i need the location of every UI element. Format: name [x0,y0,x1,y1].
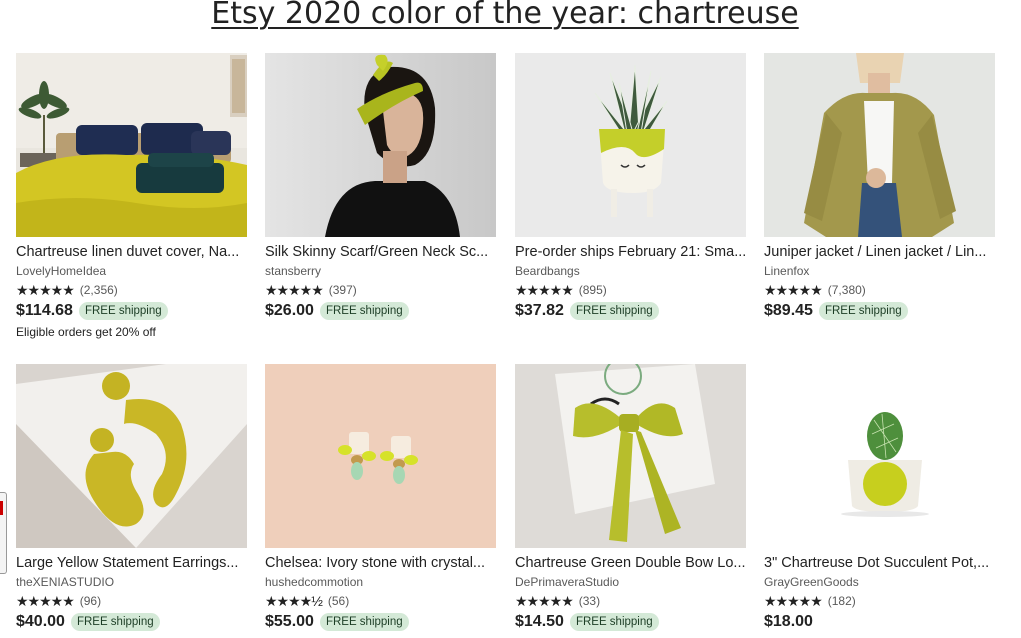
shop-name[interactable]: LovelyHomeIdea [16,263,248,279]
shop-name[interactable]: hushedcommotion [265,574,497,590]
listing-title[interactable]: Silk Skinny Scarf/Green Neck Sc... [265,243,497,261]
listing-image[interactable] [764,53,995,237]
listing-image[interactable] [515,364,746,548]
listing-image[interactable] [265,364,496,548]
listing-card-succulent-pot[interactable]: 3" Chartreuse Dot Succulent Pot,... Gray… [764,364,996,632]
price: $40.00 [16,613,65,630]
listing-title[interactable]: Juniper jacket / Linen jacket / Lin... [764,243,996,261]
free-shipping-badge: FREE shipping [70,613,160,631]
price-line: $55.00 FREE shipping [265,612,497,632]
listing-image[interactable] [16,53,247,237]
star-rating-icon: ★★★★★ [764,593,823,609]
free-shipping-badge: FREE shipping [78,302,168,320]
listing-title[interactable]: Pre-order ships February 21: Sma... [515,243,747,261]
review-count: (96) [79,594,102,608]
listing-image[interactable] [515,53,746,237]
rating: ★★★★★ (96) [16,593,248,609]
shop-name[interactable]: DePrimaveraStudio [515,574,747,590]
star-rating-icon: ★★★★★ [764,282,823,298]
rating: ★★★★½ (56) [265,593,497,609]
star-rating-icon: ★★★★½ [265,593,323,609]
review-count: (33) [578,594,601,608]
listing-title[interactable]: Large Yellow Statement Earrings... [16,554,248,572]
free-shipping-badge: FREE shipping [818,302,908,320]
listing-title[interactable]: Chelsea: Ivory stone with crystal... [265,554,497,572]
price-line: $114.68 FREE shipping [16,301,248,321]
listing-card-planter[interactable]: Pre-order ships February 21: Sma... Bear… [515,53,747,321]
rating: ★★★★★ (895) [515,282,747,298]
rating: ★★★★★ (2,356) [16,282,248,298]
price-line: $37.82 FREE shipping [515,301,747,321]
shop-name[interactable]: theXENIASTUDIO [16,574,248,590]
price: $114.68 [16,302,73,319]
price-line: $89.45 FREE shipping [764,301,996,321]
review-count: (182) [827,594,856,608]
rating: ★★★★★ (7,380) [764,282,996,298]
review-count: (2,356) [79,283,118,297]
review-count: (895) [578,283,607,297]
listing-image[interactable] [265,53,496,237]
shop-name[interactable]: GrayGreenGoods [764,574,996,590]
free-shipping-badge: FREE shipping [569,613,659,631]
price: $89.45 [764,302,813,319]
page-title[interactable]: Etsy 2020 color of the year: chartreuse [0,0,1010,32]
listing-card-jacket[interactable]: Juniper jacket / Linen jacket / Lin... L… [764,53,996,321]
shop-name[interactable]: stansberry [265,263,497,279]
price-line: $26.00 FREE shipping [265,301,497,321]
review-count: (397) [328,283,357,297]
free-shipping-badge: FREE shipping [319,613,409,631]
price: $26.00 [265,302,314,319]
listing-card-scarf[interactable]: Silk Skinny Scarf/Green Neck Sc... stans… [265,53,497,321]
price: $18.00 [764,613,813,630]
listing-card-earrings[interactable]: Large Yellow Statement Earrings... theXE… [16,364,248,632]
listing-image[interactable] [16,364,247,548]
star-rating-icon: ★★★★★ [16,282,75,298]
side-panel-tab[interactable] [0,492,7,574]
free-shipping-badge: FREE shipping [319,302,409,320]
review-count: (56) [327,594,350,608]
shop-name[interactable]: Beardbangs [515,263,747,279]
price-line: $40.00 FREE shipping [16,612,248,632]
price-line: $14.50 FREE shipping [515,612,747,632]
listing-card-stone-earrings[interactable]: Chelsea: Ivory stone with crystal... hus… [265,364,497,632]
rating: ★★★★★ (33) [515,593,747,609]
price-line: $18.00 [764,612,996,632]
star-rating-icon: ★★★★★ [515,593,574,609]
rating: ★★★★★ (397) [265,282,497,298]
listing-image[interactable] [764,364,995,548]
review-count: (7,380) [827,283,866,297]
free-shipping-badge: FREE shipping [569,302,659,320]
star-rating-icon: ★★★★★ [515,282,574,298]
star-rating-icon: ★★★★★ [265,282,324,298]
listing-title[interactable]: Chartreuse linen duvet cover, Na... [16,243,248,261]
listing-title[interactable]: 3" Chartreuse Dot Succulent Pot,... [764,554,996,572]
promo-text: Eligible orders get 20% off [16,325,156,339]
price: $55.00 [265,613,314,630]
rating: ★★★★★ (182) [764,593,996,609]
shop-name[interactable]: Linenfox [764,263,996,279]
listing-title[interactable]: Chartreuse Green Double Bow Lo... [515,554,747,572]
price: $14.50 [515,613,564,630]
listing-card-bow[interactable]: Chartreuse Green Double Bow Lo... DePrim… [515,364,747,632]
star-rating-icon: ★★★★★ [16,593,75,609]
listing-card-duvet[interactable]: Chartreuse linen duvet cover, Na... Love… [16,53,248,339]
price: $37.82 [515,302,564,319]
